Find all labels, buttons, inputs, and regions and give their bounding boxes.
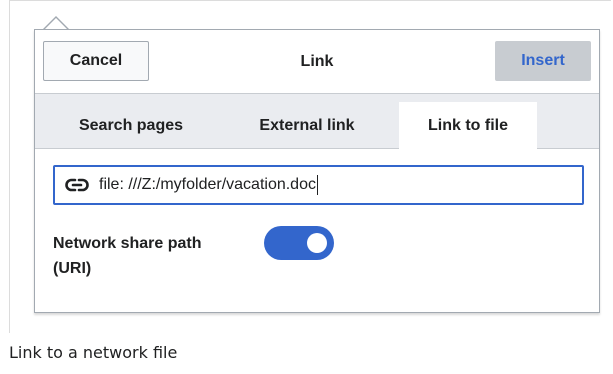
network-share-toggle[interactable]	[264, 226, 334, 260]
link-icon	[63, 175, 91, 195]
tab-panel: file: ///Z:/myfolder/vacation.doc Networ…	[35, 149, 599, 312]
tab-link-to-file[interactable]: Link to file	[399, 102, 537, 150]
link-input[interactable]: file: ///Z:/myfolder/vacation.doc	[53, 165, 584, 205]
tab-external-link[interactable]: External link	[227, 102, 387, 149]
tab-search-pages[interactable]: Search pages	[53, 102, 209, 149]
insert-button[interactable]: Insert	[495, 41, 591, 81]
figure-caption: Link to a network file	[9, 343, 178, 362]
text-caret	[316, 175, 318, 195]
link-dialog: Link Cancel Insert Search pages External…	[34, 29, 600, 313]
toggle-knob	[307, 233, 327, 253]
dialog-header: Link Cancel Insert	[35, 30, 599, 94]
cancel-button[interactable]: Cancel	[43, 41, 149, 81]
tab-bar: Search pages External link Link to file	[35, 94, 599, 150]
network-share-label: Network share path (URI)	[53, 235, 202, 277]
link-input-value: file: ///Z:/myfolder/vacation.doc	[99, 176, 316, 193]
